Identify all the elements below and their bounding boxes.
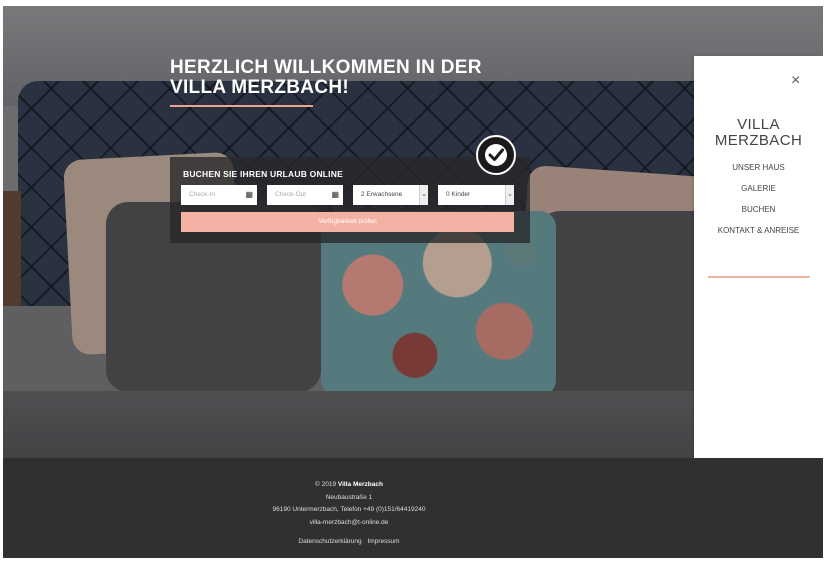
adults-value: 2 Erwachsene [361,191,403,198]
chevron-down-icon: ⌄ [505,185,514,205]
footer-copyright-prefix: © 2019 [315,481,337,488]
side-brand: VILLA MERZBACH [714,116,803,149]
footer-email[interactable]: villa-merzbach@t-online.de [3,519,695,526]
side-menu-list: UNSER HAUS GALERIE BUCHEN KONTAKT & ANRE… [694,162,823,246]
adults-select[interactable]: 2 Erwachsene ⌄ [353,185,428,205]
menu-item-galerie[interactable]: GALERIE [694,183,823,204]
chevron-down-icon: ⌄ [419,185,428,205]
footer-company: Villa Merzbach [337,481,383,488]
close-icon[interactable]: × [791,73,800,89]
menu-item-unser-haus[interactable]: UNSER HAUS [694,162,823,183]
check-availability-button[interactable]: Verfügbarkeit prüfen [181,212,514,232]
side-menu: × VILLA MERZBACH UNSER HAUS GALERIE BUCH… [694,56,823,508]
page: HERZLICH WILLKOMMEN IN DER VILLA MERZBAC… [3,6,823,558]
privacy-link[interactable]: Datenschutzerklärung [298,538,361,545]
side-divider [708,276,810,278]
checkout-placeholder: Check-Out [275,191,307,198]
checkin-input[interactable]: Check-In ▦ [181,185,257,205]
hero-title-underline [170,105,313,107]
children-select[interactable]: 0 Kinder ⌄ [438,185,514,205]
checkmark-badge-icon [476,135,516,175]
booking-title: BUCHEN SIE IHREN URLAUB ONLINE [183,169,343,179]
footer-street: Neubaustraße 1 [325,494,373,501]
checkin-placeholder: Check-In [189,191,216,198]
imprint-link[interactable]: Impressum [367,538,399,545]
footer: © 2019 Villa Merzbach Neubaustraße 1 961… [3,458,823,558]
calendar-icon: ▦ [245,190,253,199]
checkout-input[interactable]: Check-Out ▦ [267,185,343,205]
menu-item-buchen[interactable]: BUCHEN [694,204,823,225]
menu-item-kontakt-anreise[interactable]: KONTAKT & ANREISE [694,225,823,246]
children-value: 0 Kinder [446,191,471,198]
footer-city-phone: 96190 Untermerzbach, Telefon +49 (0)151/… [272,506,426,513]
footer-copyright: © 2019 Villa Merzbach [3,481,695,488]
hero-title: HERZLICH WILLKOMMEN IN DER VILLA MERZBAC… [170,57,482,98]
calendar-icon: ▦ [331,190,339,199]
footer-links: Datenschutzerklärung Impressum [3,538,695,545]
booking-widget: BUCHEN SIE IHREN URLAUB ONLINE Check-In … [170,157,530,243]
